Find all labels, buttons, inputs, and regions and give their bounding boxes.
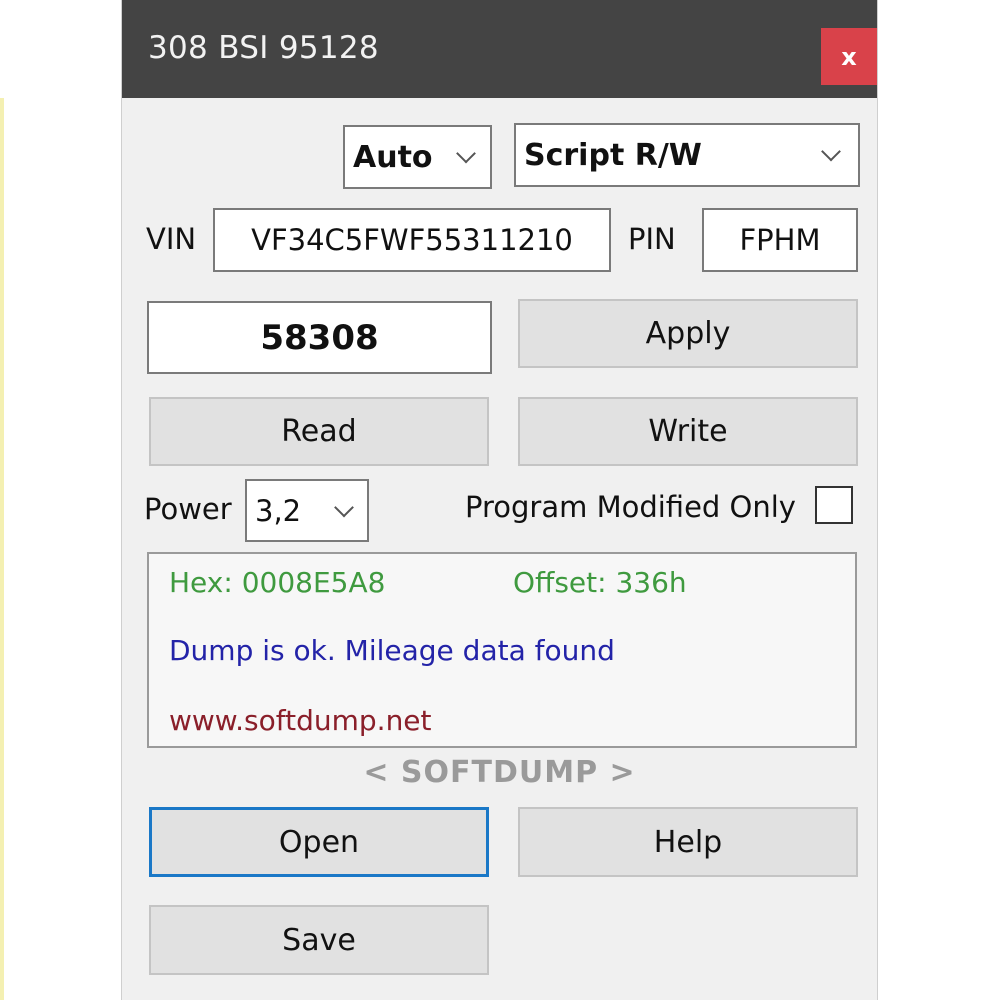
pin-label: PIN xyxy=(628,222,676,256)
chevron-down-icon xyxy=(334,497,354,517)
chevron-down-icon xyxy=(821,141,841,162)
brand-label: < SOFTDUMP > xyxy=(363,755,636,790)
read-button[interactable]: Read xyxy=(149,397,489,466)
power-label: Power xyxy=(144,492,232,526)
pin-field[interactable]: FPHM xyxy=(702,208,858,272)
close-icon: x xyxy=(841,42,857,71)
program-modified-label: Program Modified Only xyxy=(465,490,796,524)
vin-value: VF34C5FWF55311210 xyxy=(251,223,573,257)
open-button[interactable]: Open xyxy=(149,807,489,877)
vin-label: VIN xyxy=(146,222,197,256)
log-offset: Offset: 336h xyxy=(513,566,687,599)
title-bar: 308 BSI 95128 x xyxy=(122,0,877,98)
script-select-value: Script R/W xyxy=(524,137,702,173)
close-button[interactable]: x xyxy=(821,28,877,85)
apply-button[interactable]: Apply xyxy=(518,299,858,368)
mileage-field[interactable]: 58308 xyxy=(147,301,492,374)
program-modified-checkbox[interactable] xyxy=(815,486,853,524)
help-button[interactable]: Help xyxy=(518,807,858,877)
mileage-value: 58308 xyxy=(260,317,379,358)
vin-field[interactable]: VF34C5FWF55311210 xyxy=(213,208,611,272)
save-button[interactable]: Save xyxy=(149,905,489,975)
write-button[interactable]: Write xyxy=(518,397,858,466)
mode-select-value: Auto xyxy=(353,139,433,175)
mode-select[interactable]: Auto xyxy=(343,125,492,189)
log-url: www.softdump.net xyxy=(169,704,432,737)
power-select[interactable]: 3,2 xyxy=(245,479,369,542)
chevron-down-icon xyxy=(456,143,476,164)
background-strip xyxy=(0,98,4,1000)
log-status: Dump is ok. Mileage data found xyxy=(169,634,615,667)
script-select[interactable]: Script R/W xyxy=(514,123,860,187)
pin-value: FPHM xyxy=(739,223,821,257)
log-panel: Hex: 0008E5A8 Offset: 336h Dump is ok. M… xyxy=(147,552,857,748)
window-title: 308 BSI 95128 xyxy=(148,30,379,66)
power-select-value: 3,2 xyxy=(255,493,302,528)
app-window: 308 BSI 95128 x Auto Script R/W VIN VF34… xyxy=(121,0,878,1000)
log-hex: Hex: 0008E5A8 xyxy=(169,566,386,599)
